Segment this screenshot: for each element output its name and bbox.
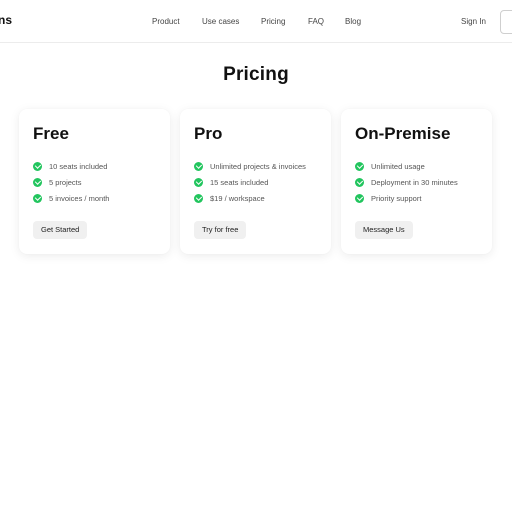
feature-item: 10 seats included bbox=[33, 160, 107, 172]
plan-name: Pro bbox=[194, 124, 223, 143]
check-circle-icon bbox=[33, 193, 42, 203]
feature-text: Priority support bbox=[371, 193, 422, 203]
feature-item: 5 invoices / month bbox=[33, 192, 109, 204]
check-circle-icon bbox=[355, 161, 364, 171]
feature-text: $19 / workspace bbox=[210, 193, 265, 203]
feature-text: 5 projects bbox=[49, 177, 82, 187]
pricing-card-on-premise: On-Premise Unlimited usage Deployment in… bbox=[341, 109, 492, 254]
plan-name: On-Premise bbox=[355, 124, 451, 143]
try-for-free-button[interactable]: Try for free bbox=[194, 221, 247, 239]
nav-link-faq[interactable]: FAQ bbox=[308, 17, 324, 26]
feature-item: Deployment in 30 minutes bbox=[355, 176, 458, 188]
feature-text: Unlimited usage bbox=[371, 161, 425, 171]
feature-item: 5 projects bbox=[33, 176, 82, 188]
top-navbar: ns Product Use cases Pricing FAQ Blog Si… bbox=[0, 0, 512, 43]
check-circle-icon bbox=[33, 177, 42, 187]
nav-link-use-cases[interactable]: Use cases bbox=[202, 17, 239, 26]
nav-link-product[interactable]: Product bbox=[152, 17, 180, 26]
check-circle-icon bbox=[194, 193, 203, 203]
page-title: Pricing bbox=[223, 64, 289, 85]
check-circle-icon bbox=[355, 177, 364, 187]
check-circle-icon bbox=[194, 177, 203, 187]
feature-item: Unlimited usage bbox=[355, 160, 425, 172]
message-us-button[interactable]: Message Us bbox=[355, 221, 413, 239]
feature-text: 15 seats included bbox=[210, 177, 269, 187]
sign-in-link[interactable]: Sign In bbox=[461, 17, 486, 26]
feature-text: Unlimited projects & invoices bbox=[210, 161, 306, 171]
check-circle-icon bbox=[194, 161, 203, 171]
check-circle-icon bbox=[33, 161, 42, 171]
nav-link-pricing[interactable]: Pricing bbox=[261, 17, 285, 26]
feature-text: 10 seats included bbox=[49, 161, 108, 171]
feature-text: Deployment in 30 minutes bbox=[371, 177, 458, 187]
pricing-card-pro: Pro Unlimited projects & invoices 15 sea… bbox=[180, 109, 331, 254]
feature-text: 5 invoices / month bbox=[49, 193, 110, 203]
nav-link-blog[interactable]: Blog bbox=[345, 17, 361, 26]
plan-name: Free bbox=[33, 124, 69, 143]
feature-item: 15 seats included bbox=[194, 176, 268, 188]
get-started-button[interactable]: Get Started bbox=[33, 221, 88, 239]
check-circle-icon bbox=[355, 193, 364, 203]
feature-item: Priority support bbox=[355, 192, 421, 204]
pricing-card-free: Free 10 seats included 5 projects 5 invo… bbox=[19, 109, 170, 254]
signup-button[interactable] bbox=[500, 10, 512, 34]
feature-item: $19 / workspace bbox=[194, 192, 265, 204]
logo[interactable]: ns bbox=[0, 13, 12, 27]
feature-item: Unlimited projects & invoices bbox=[194, 160, 306, 172]
